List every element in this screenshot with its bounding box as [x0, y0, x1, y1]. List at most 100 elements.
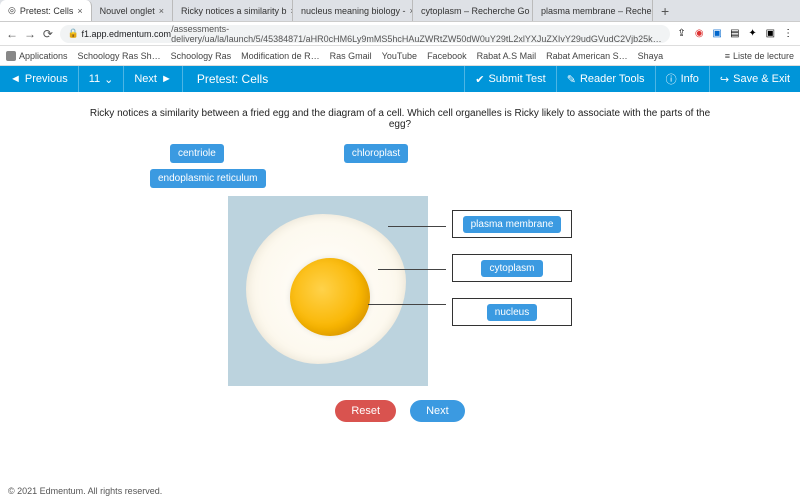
tab-title: Ricky notices a similarity b [181, 6, 287, 16]
bm-label: Ras Gmail [330, 51, 372, 61]
next-button[interactable]: Next ► [124, 66, 183, 92]
question-content: Ricky notices a similarity between a fri… [0, 92, 800, 432]
menu-icon[interactable]: ⋮ [782, 27, 794, 41]
submit-test-button[interactable]: ✔ Submit Test [464, 66, 556, 92]
btn-label: Info [681, 73, 699, 85]
chip-chloroplast[interactable]: chloroplast [344, 144, 408, 163]
check-icon: ✔ [475, 73, 484, 86]
info-button[interactable]: ⓘ Info [655, 66, 709, 92]
url-path: /assessments-delivery/ua/la/launch/5/453… [171, 24, 662, 44]
chevron-left-icon: ◄ [10, 73, 21, 85]
tab-nouvel-onglet[interactable]: Nouvel onglet × [92, 0, 173, 21]
chevron-right-icon: ► [161, 73, 172, 85]
bookmark-item[interactable]: Schoology Ras [171, 51, 232, 61]
tab-plasma-membrane-search[interactable]: plasma membrane – Reche × [533, 0, 653, 21]
tab-cytoplasm-search[interactable]: cytoplasm – Recherche Go × [413, 0, 533, 21]
profile-icon[interactable]: ▣ [764, 27, 776, 41]
bm-label: Liste de lecture [733, 51, 794, 61]
tab-ricky-search[interactable]: Ricky notices a similarity b × [173, 0, 293, 21]
bm-label: Schoology Ras Sh… [78, 51, 161, 61]
share-icon[interactable]: ⇪ [676, 27, 688, 41]
bm-label: Modification de R… [241, 51, 320, 61]
bookmark-item[interactable]: Modification de R… [241, 51, 320, 61]
list-icon: ≡ [725, 51, 730, 61]
reading-list-button[interactable]: ≡Liste de lecture [725, 51, 794, 61]
egg-yolk-shape [290, 258, 370, 336]
edmentum-app-bar: ◄ Previous 11 ⌄ Next ► Pretest: Cells ✔ Su… [0, 66, 800, 92]
previous-button[interactable]: ◄ Previous [0, 66, 79, 92]
counter-value: 11 [89, 73, 100, 85]
drop-targets: plasma membrane cytoplasm nucleus [452, 210, 572, 326]
btn-label: Previous [25, 73, 68, 85]
lock-icon: 🔒 [68, 28, 79, 39]
close-icon[interactable]: × [77, 6, 82, 16]
leader-line-1 [388, 226, 446, 227]
url-domain: f1.app.edmentum.com [82, 29, 172, 39]
tab-title: Nouvel onglet [100, 6, 155, 16]
exit-icon: ↪ [720, 73, 729, 86]
drop-target-3[interactable]: nucleus [452, 298, 572, 326]
btn-label: Save & Exit [733, 73, 790, 85]
tab-title: Pretest: Cells [20, 6, 74, 16]
bm-label: Rabat American S… [546, 51, 628, 61]
url-input[interactable]: 🔒 f1.app.edmentum.com /assessments-deliv… [60, 25, 670, 43]
tab-title: cytoplasm – Recherche Go [421, 6, 530, 16]
address-bar: ← → ⟳ 🔒 f1.app.edmentum.com /assessments… [0, 22, 800, 46]
question-counter[interactable]: 11 ⌄ [79, 66, 125, 92]
reset-button[interactable]: Reset [335, 400, 396, 422]
tab-favicon: ◎ [8, 5, 16, 16]
chip-cytoplasm[interactable]: cytoplasm [481, 260, 542, 277]
bm-label: Shaya [638, 51, 664, 61]
new-tab-button[interactable]: + [653, 3, 677, 19]
bookmark-item[interactable]: YouTube [382, 51, 417, 61]
save-exit-button[interactable]: ↪ Save & Exit [709, 66, 800, 92]
egg-image [228, 196, 428, 386]
chip-centriole[interactable]: centriole [170, 144, 224, 163]
page-title: Pretest: Cells [183, 72, 282, 86]
ext-icon-1[interactable]: ◉ [693, 27, 705, 41]
bookmark-item[interactable]: Rabat A.S Mail [477, 51, 537, 61]
egg-diagram: plasma membrane cytoplasm nucleus [80, 196, 720, 386]
bm-label: Schoology Ras [171, 51, 232, 61]
ext-icon-3[interactable]: ▤ [729, 27, 741, 41]
bookmark-item[interactable]: Facebook [427, 51, 467, 61]
tab-title: nucleus meaning biology - [301, 6, 406, 16]
bookmark-item[interactable]: Schoology Ras Sh… [78, 51, 161, 61]
bm-label: Applications [19, 51, 68, 61]
info-icon: ⓘ [666, 71, 677, 87]
tab-pretest-cells[interactable]: ◎ Pretest: Cells × [0, 0, 92, 21]
bm-label: YouTube [382, 51, 417, 61]
apps-button[interactable]: Applications [6, 51, 68, 61]
chip-endoplasmic-reticulum[interactable]: endoplasmic reticulum [150, 169, 266, 188]
forward-icon[interactable]: → [24, 27, 36, 41]
question-text: Ricky notices a similarity between a fri… [80, 108, 720, 130]
reader-tools-button[interactable]: ✎ Reader Tools [556, 66, 655, 92]
bookmark-item[interactable]: Shaya [638, 51, 664, 61]
back-icon[interactable]: ← [6, 27, 18, 41]
close-icon[interactable]: × [159, 6, 164, 16]
tools-icon: ✎ [567, 73, 576, 86]
footer-text: © 2021 Edmentum. All rights reserved. [8, 486, 162, 496]
browser-tab-strip: ◎ Pretest: Cells × Nouvel onglet × Ricky… [0, 0, 800, 22]
ext-icon-2[interactable]: ▣ [711, 27, 723, 41]
chip-nucleus[interactable]: nucleus [487, 304, 537, 321]
drop-target-2[interactable]: cytoplasm [452, 254, 572, 282]
reload-icon[interactable]: ⟳ [42, 27, 54, 41]
bookmark-item[interactable]: Rabat American S… [546, 51, 628, 61]
drop-target-1[interactable]: plasma membrane [452, 210, 572, 238]
btn-label: Reader Tools [580, 73, 645, 85]
bm-label: Facebook [427, 51, 467, 61]
tab-nucleus-search[interactable]: nucleus meaning biology - × [293, 0, 413, 21]
leader-line-3 [368, 304, 446, 305]
extensions-icon[interactable]: ✦ [747, 27, 759, 41]
bookmarks-bar: Applications Schoology Ras Sh… Schoology… [0, 46, 800, 66]
tab-title: plasma membrane – Reche [541, 6, 652, 16]
btn-label: Next [134, 73, 157, 85]
bookmark-item[interactable]: Ras Gmail [330, 51, 372, 61]
chip-plasma-membrane[interactable]: plasma membrane [463, 216, 562, 233]
chevron-down-icon: ⌄ [104, 73, 113, 86]
leader-line-2 [378, 269, 446, 270]
next-question-button[interactable]: Next [410, 400, 465, 422]
btn-label: Submit Test [488, 73, 545, 85]
bm-label: Rabat A.S Mail [477, 51, 537, 61]
